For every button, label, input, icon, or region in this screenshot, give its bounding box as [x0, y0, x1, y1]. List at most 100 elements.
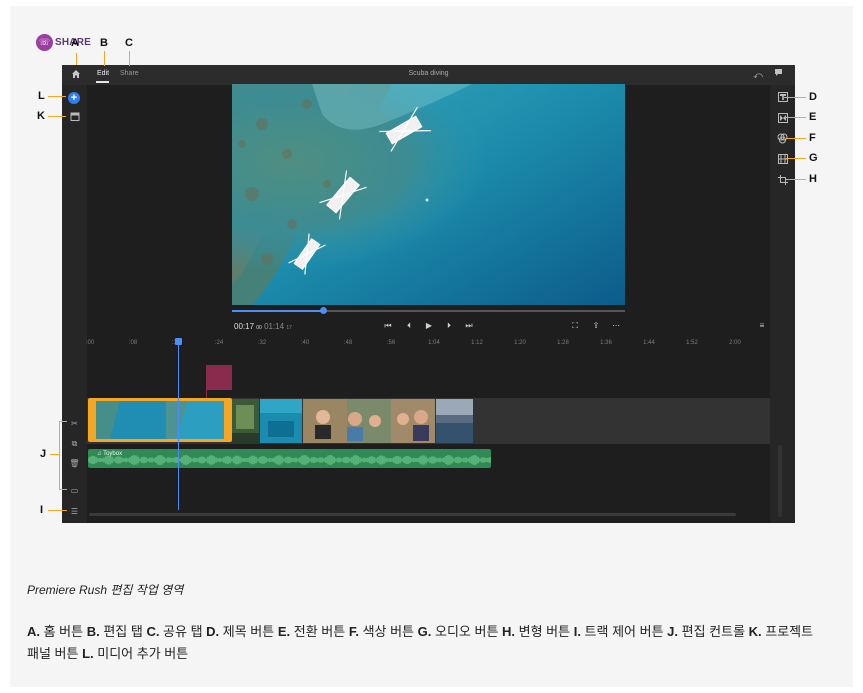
- timecode-duration: 01:14: [264, 322, 285, 331]
- step-back-icon[interactable]: ⏴: [403, 321, 415, 331]
- scrub-bar-progress: [232, 310, 324, 312]
- legend-text: 편집 컨트롤: [678, 624, 749, 639]
- chat-bubble-icon: ☏: [36, 34, 53, 51]
- delete-icon[interactable]: 🗑: [68, 458, 81, 470]
- callout-b: B: [100, 37, 108, 49]
- video-clip-2[interactable]: [232, 399, 259, 443]
- callout-k-line: [48, 116, 66, 117]
- add-media-button[interactable]: +: [68, 92, 80, 104]
- title-clip-connector: [206, 390, 207, 398]
- home-icon[interactable]: [70, 69, 82, 82]
- comment-icon[interactable]: [772, 68, 784, 80]
- legend-letter: A.: [27, 624, 40, 639]
- ruler-tick-label: :08: [128, 340, 138, 346]
- play-icon[interactable]: ▶: [423, 321, 435, 331]
- timecode-duration-frames: 17: [286, 325, 292, 331]
- ruler-tick-label: :32: [257, 340, 267, 346]
- audio-clip-name: Toybox: [103, 451, 123, 457]
- legend-text: 미디어 추가 버튼: [93, 646, 189, 661]
- transitions-button[interactable]: [777, 113, 788, 124]
- legend-letter: E.: [277, 624, 291, 639]
- audio-button[interactable]: [777, 154, 788, 165]
- music-note-icon: ♫: [97, 451, 102, 457]
- callout-h: H: [809, 173, 817, 185]
- transform-button[interactable]: [777, 175, 788, 186]
- program-monitor[interactable]: [232, 84, 625, 305]
- skip-forward-icon[interactable]: ⏭: [463, 321, 475, 331]
- legend-text: 홈 버튼: [40, 624, 87, 639]
- legend-letter: K.: [748, 624, 762, 639]
- callout-d: D: [809, 91, 817, 103]
- legend-letter: I.: [573, 624, 581, 639]
- title-clip[interactable]: [206, 365, 232, 390]
- callout-i-line: [48, 510, 67, 511]
- ruler-tick-label: 1:44: [643, 340, 655, 346]
- tab-share[interactable]: Share: [120, 70, 139, 77]
- callout-h-line: [786, 179, 806, 180]
- legend-text: 편집 탭: [99, 624, 147, 639]
- undo-icon[interactable]: ⤺: [752, 69, 764, 81]
- callout-j-bracket: [59, 421, 60, 489]
- callout-k: K: [37, 110, 45, 122]
- callout-e-line: [784, 117, 806, 118]
- callout-l: L: [38, 90, 45, 102]
- callout-l-line: [48, 96, 66, 97]
- callout-i: I: [40, 504, 44, 516]
- more-icon[interactable]: ⋯: [610, 321, 622, 331]
- cut-gap-icon[interactable]: ▭: [68, 485, 81, 497]
- tab-edit[interactable]: Edit: [97, 70, 109, 77]
- ruler-tick-label: :56: [386, 340, 396, 346]
- step-forward-icon[interactable]: ⏵: [443, 321, 455, 331]
- ruler-tick-label: 1:36: [600, 340, 612, 346]
- selected-video-clip[interactable]: [88, 398, 232, 442]
- callout-f-line: [786, 138, 806, 139]
- timeline-horizontal-scrollbar[interactable]: [89, 513, 736, 516]
- tab-edit-underline: [96, 81, 109, 83]
- project-panel-button[interactable]: [69, 112, 80, 123]
- legend-letter: J.: [667, 624, 678, 639]
- video-clip-5[interactable]: [436, 399, 473, 443]
- timecode-current: 00:17: [234, 322, 255, 331]
- callout-f: F: [809, 132, 816, 144]
- ruler-tick-label: :24: [214, 340, 224, 346]
- figure-legend: A. 홈 버튼 B. 편집 탭 C. 공유 탭 D. 제목 버튼 E. 전환 버…: [27, 621, 827, 665]
- playhead-line: [178, 342, 179, 510]
- callout-a-line: [76, 53, 77, 65]
- legend-letter: B.: [86, 624, 100, 639]
- callout-a: A: [71, 37, 79, 49]
- left-rail: + ✂ ⧉ 🗑 ▭ ☰: [62, 85, 87, 523]
- skip-back-icon[interactable]: ⏮: [382, 321, 394, 331]
- legend-letter: L.: [82, 646, 94, 661]
- scrub-handle[interactable]: [320, 307, 327, 314]
- timeline-ruler[interactable]: :00:08:16:24:32:40:48:561:041:121:201:28…: [85, 337, 770, 351]
- callout-j-bracket-bottom: [59, 489, 67, 490]
- callout-g-line: [786, 158, 806, 159]
- fit-screen-icon[interactable]: ⛶: [569, 321, 581, 331]
- audio-clip[interactable]: ♫ Toybox: [88, 449, 491, 468]
- timeline-vertical-scrollbar[interactable]: [778, 445, 782, 517]
- figure-caption: Premiere Rush 편집 작업 영역: [27, 583, 184, 597]
- callout-e: E: [809, 111, 817, 123]
- duplicate-icon[interactable]: ⧉: [68, 438, 81, 450]
- export-frame-icon[interactable]: ⇪: [590, 321, 602, 331]
- ruler-tick-label: :00: [85, 340, 95, 346]
- audio-clip-label: ♫ Toybox: [97, 451, 122, 457]
- ruler-tick-label: 1:28: [557, 340, 569, 346]
- timecode: 00:17 00 01:14 17: [234, 322, 292, 331]
- track-controls-button[interactable]: ☰: [68, 506, 81, 518]
- callout-j-line: [50, 454, 59, 455]
- callout-j: J: [40, 448, 47, 460]
- legend-text: 색상 버튼: [358, 624, 418, 639]
- premiere-rush-window: Edit Share Scuba diving ⤺ + ✂ ⧉ 🗑 ▭ ☰ 00…: [62, 65, 795, 523]
- playhead[interactable]: [175, 338, 182, 345]
- video-clip-4[interactable]: [303, 399, 435, 443]
- menu-icon[interactable]: ≡: [756, 321, 768, 331]
- video-clip-3[interactable]: [260, 399, 302, 443]
- legend-letter: D.: [206, 624, 220, 639]
- callout-b-line: [104, 51, 105, 66]
- split-icon[interactable]: ✂: [68, 418, 81, 430]
- ruler-tick-label: 1:20: [514, 340, 526, 346]
- ruler-tick-label: :48: [343, 340, 353, 346]
- legend-text: 트랙 제어 버튼: [580, 624, 668, 639]
- callout-d-line: [784, 97, 806, 98]
